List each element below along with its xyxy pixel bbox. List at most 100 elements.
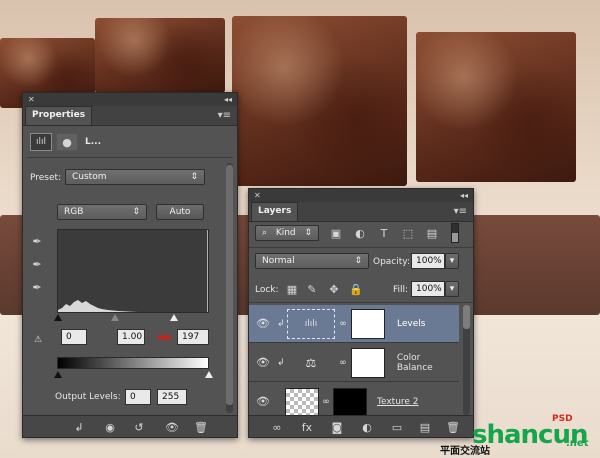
blend-mode-dropdown[interactable]: Normal ⇕ bbox=[255, 253, 369, 269]
add-mask-icon[interactable]: ◙ bbox=[329, 419, 345, 435]
background-letter-4 bbox=[416, 32, 576, 182]
collapse-icon[interactable]: ◂◂ bbox=[460, 191, 468, 200]
new-layer-icon[interactable]: ▤ bbox=[417, 419, 433, 435]
levels-histogram-icon[interactable]: ılıl bbox=[30, 133, 52, 151]
chevron-updown-icon: ⇕ bbox=[190, 172, 198, 182]
blend-mode-value: Normal bbox=[262, 256, 295, 266]
properties-panel-titlebar[interactable]: ✕ ◂◂ bbox=[23, 93, 237, 106]
watermark: 平面交流站 PSD shancun .net bbox=[440, 412, 600, 458]
visibility-icon[interactable]: 👁 bbox=[163, 419, 181, 435]
link-layers-icon[interactable]: ∞ bbox=[269, 419, 285, 435]
link-icon: ∞ bbox=[322, 396, 330, 407]
histogram bbox=[57, 229, 209, 313]
clip-arrow-icon: ↲ bbox=[276, 357, 285, 368]
layers-scrollbar[interactable] bbox=[463, 305, 470, 415]
output-gradient bbox=[57, 357, 209, 369]
lock-position-icon[interactable]: ✥ bbox=[327, 281, 341, 297]
smart-object-filter-icon[interactable]: ▤ bbox=[425, 225, 439, 241]
properties-panel: ✕ ◂◂ Properties ▾≡ ılıl ● L... Preset: C… bbox=[22, 92, 238, 438]
mask-icon[interactable]: ● bbox=[56, 133, 78, 151]
lock-label: Lock: bbox=[255, 285, 279, 295]
black-point-handle[interactable] bbox=[54, 314, 62, 321]
layer-name[interactable]: Texture 2 bbox=[377, 397, 419, 407]
link-icon: ∞ bbox=[339, 357, 347, 368]
kind-label: Kind bbox=[275, 228, 296, 238]
chevron-updown-icon: ⇕ bbox=[132, 207, 140, 217]
input-gamma-field[interactable]: 1.00 bbox=[117, 329, 145, 345]
preset-value: Custom bbox=[72, 172, 107, 182]
properties-footer: ↲ ◉ ↺ 👁 🗑 bbox=[23, 415, 237, 437]
output-white-handle[interactable] bbox=[205, 371, 213, 378]
white-point-handle[interactable] bbox=[170, 314, 178, 321]
kind-filter-dropdown[interactable]: ⌕ Kind ⇕ bbox=[255, 225, 319, 241]
gamma-handle[interactable] bbox=[111, 314, 119, 321]
layers-panel: ✕ ◂◂ Layers ▾≡ ⌕ Kind ⇕ ▣ ◐ T ⬚ ▤ Normal… bbox=[248, 188, 474, 438]
gray-eyedropper-icon[interactable]: ✒ bbox=[29, 256, 45, 272]
layer-style-icon[interactable]: fx bbox=[299, 419, 315, 435]
color-balance-icon: ⚖ bbox=[305, 355, 317, 370]
layer-mask-thumbnail[interactable] bbox=[351, 308, 385, 339]
layer-mask-thumbnail[interactable] bbox=[350, 347, 385, 378]
view-previous-icon[interactable]: ◉ bbox=[101, 419, 119, 435]
fill-label: Fill: bbox=[393, 285, 409, 295]
fill-field[interactable]: 100% bbox=[411, 281, 445, 297]
layer-row-levels[interactable]: 👁 ↲ ılılı ∞ Levels bbox=[249, 305, 459, 343]
input-slider-track[interactable] bbox=[54, 313, 209, 323]
layer-row-color-balance[interactable]: 👁 ↲ ⚖ ∞ Color Balance bbox=[249, 344, 459, 382]
clipping-warning-icon[interactable]: ⚠ bbox=[28, 333, 48, 347]
pixel-filter-icon[interactable]: ▣ bbox=[329, 225, 343, 241]
auto-button[interactable]: Auto bbox=[156, 204, 204, 220]
opacity-slider-button[interactable]: ▾ bbox=[445, 253, 459, 269]
panel-menu-icon[interactable]: ▾≡ bbox=[454, 206, 467, 217]
eye-icon[interactable]: 👁 bbox=[249, 317, 277, 330]
opacity-label: Opacity: bbox=[373, 257, 410, 267]
layer-mask-thumbnail[interactable] bbox=[333, 387, 367, 416]
output-white-field[interactable]: 255 bbox=[157, 389, 187, 405]
properties-scrollbar[interactable] bbox=[226, 163, 233, 413]
red-arrow-icon: ➡ bbox=[156, 326, 172, 348]
lock-transparency-icon[interactable]: ▦ bbox=[285, 281, 299, 297]
search-icon: ⌕ bbox=[262, 228, 268, 238]
reset-icon[interactable]: ↺ bbox=[131, 419, 147, 435]
tab-layers[interactable]: Layers bbox=[251, 202, 299, 221]
channel-dropdown[interactable]: RGB ⇕ bbox=[57, 204, 147, 220]
white-eyedropper-icon[interactable]: ✒ bbox=[29, 279, 45, 295]
filter-toggle[interactable] bbox=[451, 223, 459, 243]
layer-name[interactable]: Levels bbox=[397, 319, 425, 329]
watermark-domain: .net bbox=[566, 438, 589, 449]
output-black-field[interactable]: 0 bbox=[125, 389, 151, 405]
output-black-handle[interactable] bbox=[54, 371, 62, 378]
channel-value: RGB bbox=[64, 207, 84, 217]
opacity-field[interactable]: 100% bbox=[411, 253, 445, 269]
new-adjustment-icon[interactable]: ◐ bbox=[359, 419, 375, 435]
type-filter-icon[interactable]: T bbox=[377, 225, 391, 241]
trash-icon[interactable]: 🗑 bbox=[193, 419, 209, 435]
tab-properties[interactable]: Properties bbox=[25, 106, 93, 125]
layer-name[interactable]: Color Balance bbox=[397, 353, 459, 373]
preset-label: Preset: bbox=[30, 173, 62, 183]
background-letter-3 bbox=[232, 16, 407, 186]
link-icon: ∞ bbox=[339, 318, 347, 329]
eye-icon[interactable]: 👁 bbox=[249, 395, 277, 408]
chevron-updown-icon: ⇕ bbox=[304, 228, 312, 238]
close-icon[interactable]: ✕ bbox=[254, 191, 261, 200]
input-white-field[interactable]: 197 bbox=[177, 329, 209, 345]
levels-adjustment-icon: ılılı bbox=[287, 308, 335, 339]
adjustment-filter-icon[interactable]: ◐ bbox=[353, 225, 367, 241]
histogram-graph bbox=[58, 230, 208, 312]
new-group-icon[interactable]: ▭ bbox=[389, 419, 405, 435]
panel-menu-icon[interactable]: ▾≡ bbox=[218, 110, 231, 121]
clip-arrow-icon: ↲ bbox=[277, 318, 285, 329]
input-black-field[interactable]: 0 bbox=[61, 329, 87, 345]
black-eyedropper-icon[interactable]: ✒ bbox=[29, 233, 45, 249]
lock-pixels-icon[interactable]: ✎ bbox=[305, 281, 319, 297]
preset-dropdown[interactable]: Custom ⇕ bbox=[65, 169, 205, 185]
close-icon[interactable]: ✕ bbox=[28, 95, 35, 104]
lock-all-icon[interactable]: 🔒 bbox=[349, 281, 363, 297]
shape-filter-icon[interactable]: ⬚ bbox=[401, 225, 415, 241]
clip-to-layer-icon[interactable]: ↲ bbox=[71, 419, 87, 435]
fill-slider-button[interactable]: ▾ bbox=[445, 281, 459, 297]
layers-panel-titlebar[interactable]: ✕ ◂◂ bbox=[249, 189, 473, 202]
eye-icon[interactable]: 👁 bbox=[249, 356, 277, 369]
collapse-icon[interactable]: ◂◂ bbox=[224, 95, 232, 104]
